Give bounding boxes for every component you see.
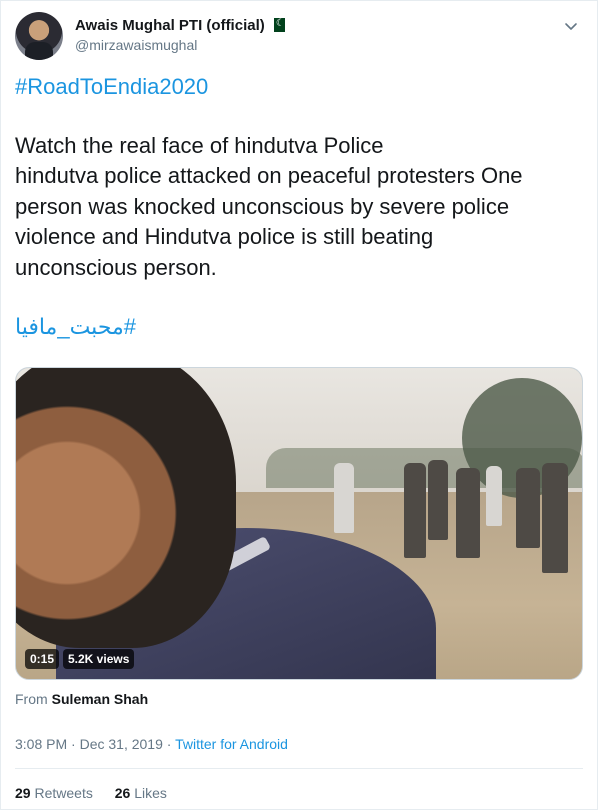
video-frame-person [542,463,568,573]
video-duration-badge: 0:15 [25,649,60,669]
chevron-down-icon[interactable] [563,18,579,34]
author-handle[interactable]: @mirzawaismughal [75,36,285,54]
tweet-text: Watch the real face of hindutva Police h… [15,131,575,283]
pakistan-flag-icon [270,17,285,32]
tweet-text-line: unconscious person. [15,254,217,280]
video-frame-person [456,468,480,558]
video-frame-person [334,463,354,533]
video-frame-foreground-head [16,368,236,648]
video-player[interactable]: 0:15 5.2K views [15,367,583,680]
video-frame-person [516,468,540,548]
tweet-meta: 3:08 PM · Dec 31, 2019 · Twitter for And… [15,735,288,753]
tweet-text-line: person was knocked unconscious by severe… [15,193,510,219]
video-frame-person [428,460,448,540]
hashtag-link[interactable]: #RoadToEndia2020 [15,73,208,101]
meta-separator: · [67,736,80,752]
meta-separator: · [162,736,176,752]
divider [15,768,583,769]
tweet-stats: 29 Retweets 26 Likes [15,783,185,803]
tweet-header: Awais Mughal PTI (official) @mirzawaismu… [15,12,583,62]
author-block[interactable]: Awais Mughal PTI (official) @mirzawaismu… [75,16,285,54]
retweets-count: 29 [15,785,31,801]
tweet-text-line: hindutva police attacked on peaceful pro… [15,163,523,189]
video-frame-person [404,463,426,558]
tweet-time[interactable]: 3:08 PM [15,736,67,752]
author-name-row[interactable]: Awais Mughal PTI (official) [75,16,285,36]
video-views-badge: 5.2K views [63,649,135,669]
retweets-stat[interactable]: 29 Retweets [15,785,93,801]
author-display-name[interactable]: Awais Mughal PTI (official) [75,17,265,34]
tweet-date[interactable]: Dec 31, 2019 [80,736,163,752]
video-frame-person [486,466,502,526]
tweet-text-line: Watch the real face of hindutva Police [15,133,384,158]
attribution-name-link[interactable]: Suleman Shah [52,691,148,707]
retweets-label: Retweets [34,785,93,801]
tweet-client-link[interactable]: Twitter for Android [175,736,288,752]
avatar[interactable] [15,12,63,60]
urdu-hashtag-link[interactable]: #محبت_مافیا [15,312,136,342]
video-attribution: From Suleman Shah [15,689,148,709]
tweet-text-line: violence and Hindutva police is still be… [15,224,434,250]
likes-count: 26 [114,785,131,801]
tweet-card: Awais Mughal PTI (official) @mirzawaismu… [0,0,598,810]
likes-stat[interactable]: 26 Likes [115,785,167,801]
attribution-prefix: From [15,691,48,707]
likes-label: Likes [134,785,167,801]
